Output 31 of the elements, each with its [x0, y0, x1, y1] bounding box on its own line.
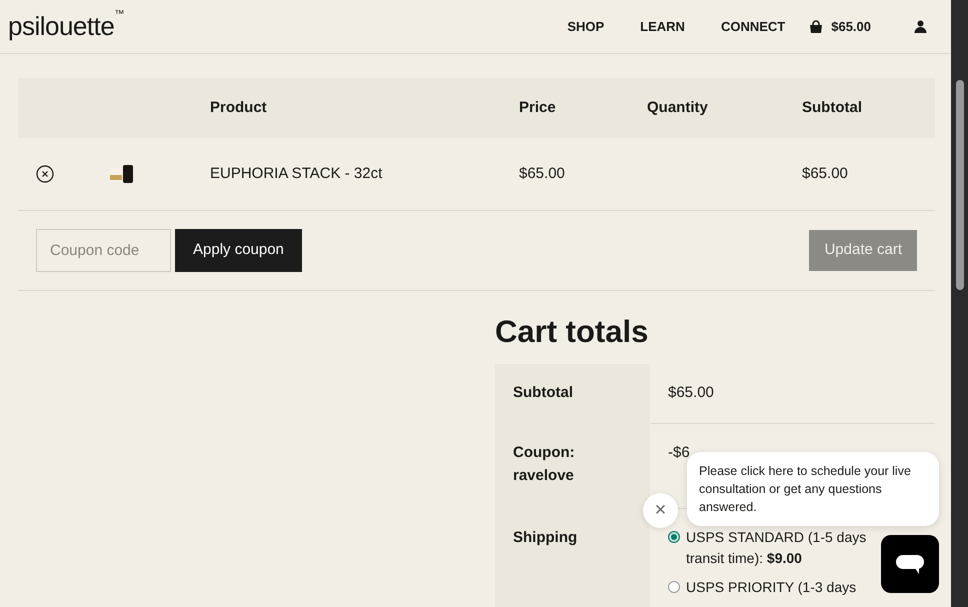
- column-header: Product: [210, 98, 267, 116]
- radio-button[interactable]: [668, 581, 680, 594]
- section-title: Cart totals: [495, 313, 650, 350]
- radio-button[interactable]: [668, 531, 680, 544]
- price-text: $65.00: [519, 164, 565, 182]
- chat-button[interactable]: [881, 535, 939, 593]
- shipping-option[interactable]: USPS STANDARD (1-5 days transit time): $9.00: [686, 527, 877, 570]
- remove-icon[interactable]: [36, 164, 54, 183]
- subtotal-value: $65.00: [668, 384, 714, 402]
- row-label: Coupon: ravelove: [513, 443, 576, 486]
- logo[interactable]: psilouette™: [8, 7, 124, 46]
- nav-link[interactable]: CONNECT: [720, 16, 786, 36]
- column-header: Subtotal: [802, 98, 862, 116]
- subtotal-text: $65.00: [802, 164, 848, 182]
- discount-value: -$6: [668, 444, 690, 462]
- row-label: Subtotal: [513, 384, 573, 402]
- user-icon[interactable]: [914, 20, 927, 33]
- column-header: Quantity: [647, 98, 708, 116]
- close-button[interactable]: ×: [643, 493, 678, 528]
- apply-coupon-button[interactable]: Apply coupon: [175, 229, 302, 272]
- column-header: Price: [519, 98, 556, 116]
- shopping-bag-icon[interactable]: [809, 20, 824, 34]
- product-link[interactable]: EUPHORIA STACK - 32ct: [210, 164, 382, 182]
- nav-link[interactable]: SHOP: [567, 16, 604, 36]
- row-label: Shipping: [513, 529, 578, 546]
- nav-link[interactable]: LEARN: [640, 16, 685, 36]
- scrollbar[interactable]: [951, 0, 968, 607]
- shipping-option[interactable]: USPS PRIORITY (1-3 days: [686, 577, 856, 598]
- cart-total[interactable]: $65.00: [831, 16, 871, 36]
- coupon-field[interactable]: Coupon code: [36, 229, 171, 272]
- chat-icon: [895, 552, 925, 576]
